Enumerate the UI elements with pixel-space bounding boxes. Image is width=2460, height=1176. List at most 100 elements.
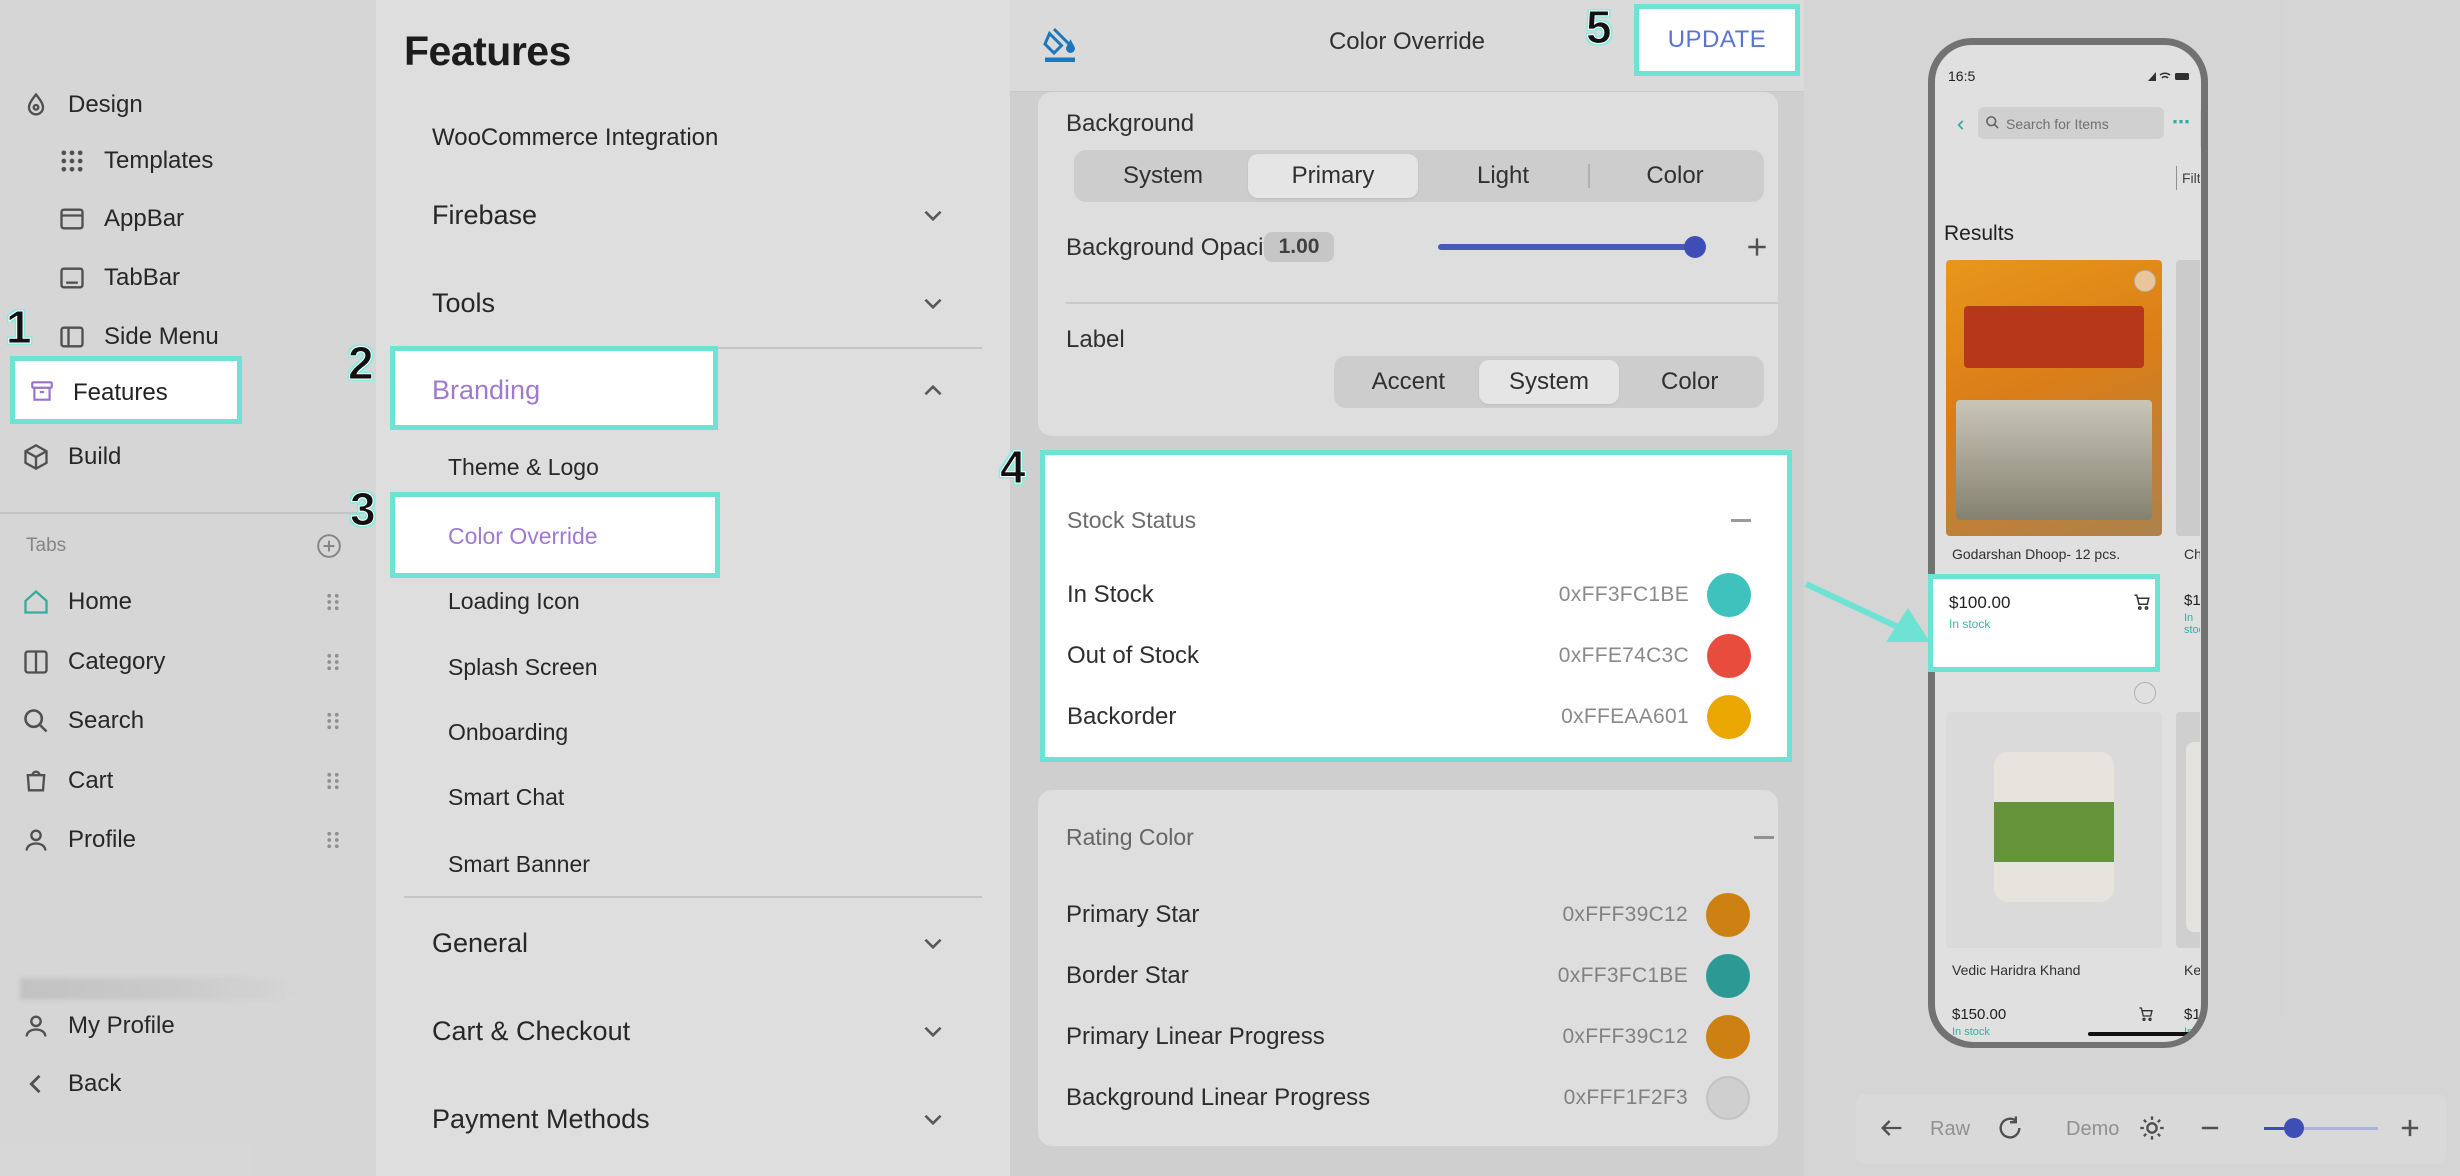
stock-row-out-of-stock[interactable]: Out of Stock 0xFFE74C3C	[1067, 634, 1751, 678]
color-hex: 0xFFE74C3C	[1558, 644, 1689, 667]
feature-woocommerce[interactable]: WooCommerce Integration	[432, 124, 718, 152]
nav-item-appbar[interactable]: AppBar	[58, 197, 184, 241]
background-option-color[interactable]: Color	[1590, 154, 1760, 198]
tab-search[interactable]: Search	[22, 699, 144, 743]
stock-row-in-stock[interactable]: In Stock 0xFF3FC1BE	[1067, 573, 1751, 617]
opacity-slider-thumb[interactable]	[1684, 236, 1706, 258]
branding-item-smart-chat[interactable]: Smart Chat	[448, 784, 564, 811]
zoom-out-icon[interactable]	[2196, 1114, 2224, 1142]
tab-profile[interactable]: Profile	[22, 818, 136, 862]
branding-item-splash-screen[interactable]: Splash Screen	[448, 654, 598, 681]
phone-frame: 16:5 Search for Items ⋯	[1928, 38, 2208, 1048]
feature-firebase[interactable]: Firebase	[432, 200, 537, 231]
nav-item-side-menu[interactable]: Side Menu	[58, 315, 219, 359]
chevron-down-icon[interactable]	[920, 930, 946, 956]
product-price-highlight[interactable]: $100.00 In stock	[1928, 574, 2160, 672]
rating-row-border-star[interactable]: Border Star 0xFF3FC1BE	[1066, 954, 1750, 998]
chevron-down-icon[interactable]	[920, 1106, 946, 1132]
color-swatch[interactable]	[1707, 695, 1751, 739]
tab-label: Cart	[68, 767, 114, 794]
feature-payment-methods[interactable]: Payment Methods	[432, 1104, 650, 1135]
color-hex: 0xFFF39C12	[1562, 1025, 1688, 1048]
label-option-color[interactable]: Color	[1619, 360, 1760, 404]
feature-branding[interactable]: Branding	[390, 346, 718, 430]
drag-handle-icon[interactable]	[326, 711, 340, 731]
branding-item-theme-logo[interactable]: Theme & Logo	[448, 454, 599, 481]
background-option-system[interactable]: System	[1078, 154, 1248, 198]
color-swatch[interactable]	[1707, 634, 1751, 678]
raw-toggle[interactable]: Raw	[1930, 1118, 1970, 1141]
tab-label: Search	[68, 707, 145, 734]
category-icon	[22, 648, 50, 676]
add-tab-icon[interactable]	[316, 533, 342, 559]
branding-item-onboarding[interactable]: Onboarding	[448, 719, 568, 746]
nav-item-design[interactable]: Design	[22, 83, 143, 127]
product-price: $100.00	[1949, 593, 2011, 612]
arrow-left-icon[interactable]	[1878, 1114, 1906, 1142]
nav-item-my-profile[interactable]: My Profile	[22, 1004, 175, 1048]
collapse-icon[interactable]	[1754, 836, 1774, 839]
zoom-slider-thumb[interactable]	[2284, 1118, 2304, 1138]
tab-category[interactable]: Category	[22, 640, 165, 684]
chevron-down-icon[interactable]	[920, 290, 946, 316]
profile-icon	[22, 826, 50, 854]
nav-item-back[interactable]: Back	[22, 1062, 121, 1106]
tab-home[interactable]: Home	[22, 580, 132, 624]
tab-label: Home	[68, 588, 133, 615]
nav-item-label: Side Menu	[104, 323, 219, 350]
branding-item-smart-banner[interactable]: Smart Banner	[448, 851, 590, 878]
status-time: 16:5	[1955, 67, 1983, 83]
archive-icon	[29, 378, 55, 404]
drag-handle-icon[interactable]	[326, 771, 340, 791]
home-icon	[22, 588, 50, 616]
color-swatch[interactable]	[1706, 1076, 1750, 1120]
rating-row-primary-linear-progress[interactable]: Primary Linear Progress 0xFFF39C12	[1066, 1015, 1750, 1059]
nav-item-features[interactable]: Features	[10, 356, 242, 424]
drag-handle-icon[interactable]	[326, 592, 340, 612]
update-button[interactable]: UPDATE	[1634, 4, 1800, 76]
label-option-accent[interactable]: Accent	[1338, 360, 1479, 404]
drag-handle-icon[interactable]	[326, 830, 340, 850]
stock-row-backorder[interactable]: Backorder 0xFFEAA601	[1067, 695, 1751, 739]
drag-handle-icon[interactable]	[326, 652, 340, 672]
branding-item-label: Color Override	[448, 523, 598, 549]
rating-row-background-linear-progress[interactable]: Background Linear Progress 0xFFF1F2F3	[1066, 1076, 1750, 1120]
opacity-slider-track[interactable]	[1438, 244, 1694, 250]
feature-general[interactable]: General	[432, 928, 528, 959]
color-swatch[interactable]	[1706, 1015, 1750, 1059]
step-badge-3: 3	[350, 483, 377, 536]
refresh-icon[interactable]	[1996, 1114, 2024, 1142]
search-icon	[22, 707, 50, 735]
add-to-cart-icon[interactable]	[2133, 593, 2151, 611]
nav-item-templates[interactable]: Templates	[58, 139, 213, 183]
feature-branding-label: Branding	[432, 375, 541, 405]
nav-item-build[interactable]: Build	[22, 435, 121, 479]
collapse-icon[interactable]	[1731, 519, 1751, 522]
back-icon[interactable]	[1953, 121, 1971, 139]
color-swatch[interactable]	[1707, 573, 1751, 617]
opacity-value: 1.00	[1264, 232, 1334, 262]
nav-item-tabbar[interactable]: TabBar	[58, 256, 180, 300]
feature-cart-checkout[interactable]: Cart & Checkout	[432, 1016, 630, 1047]
branding-item-color-override[interactable]: Color Override	[390, 492, 720, 578]
label-option-system[interactable]: System	[1478, 360, 1620, 404]
plus-icon[interactable]	[1744, 234, 1770, 260]
tab-cart[interactable]: Cart	[22, 759, 113, 803]
background-option-light[interactable]: Light	[1418, 154, 1588, 198]
brightness-icon[interactable]	[2138, 1114, 2166, 1142]
chevron-down-icon[interactable]	[920, 202, 946, 228]
branding-item-loading-icon[interactable]: Loading Icon	[448, 588, 580, 615]
stock-status: In stock	[1949, 617, 1991, 631]
zoom-in-icon[interactable]	[2396, 1114, 2424, 1142]
color-name: In Stock	[1067, 581, 1154, 608]
background-option-primary[interactable]: Primary	[1248, 154, 1418, 198]
color-swatch[interactable]	[1706, 893, 1750, 937]
chevron-down-icon[interactable]	[920, 1018, 946, 1044]
color-hex: 0xFFF1F2F3	[1563, 1086, 1688, 1109]
rating-row-primary-star[interactable]: Primary Star 0xFFF39C12	[1066, 893, 1750, 937]
color-swatch[interactable]	[1706, 954, 1750, 998]
chevron-up-icon[interactable]	[920, 378, 946, 404]
demo-toggle[interactable]: Demo	[2066, 1118, 2119, 1141]
feature-tools[interactable]: Tools	[432, 288, 495, 319]
phone-search-box[interactable]: Search for Items	[1995, 111, 2201, 147]
